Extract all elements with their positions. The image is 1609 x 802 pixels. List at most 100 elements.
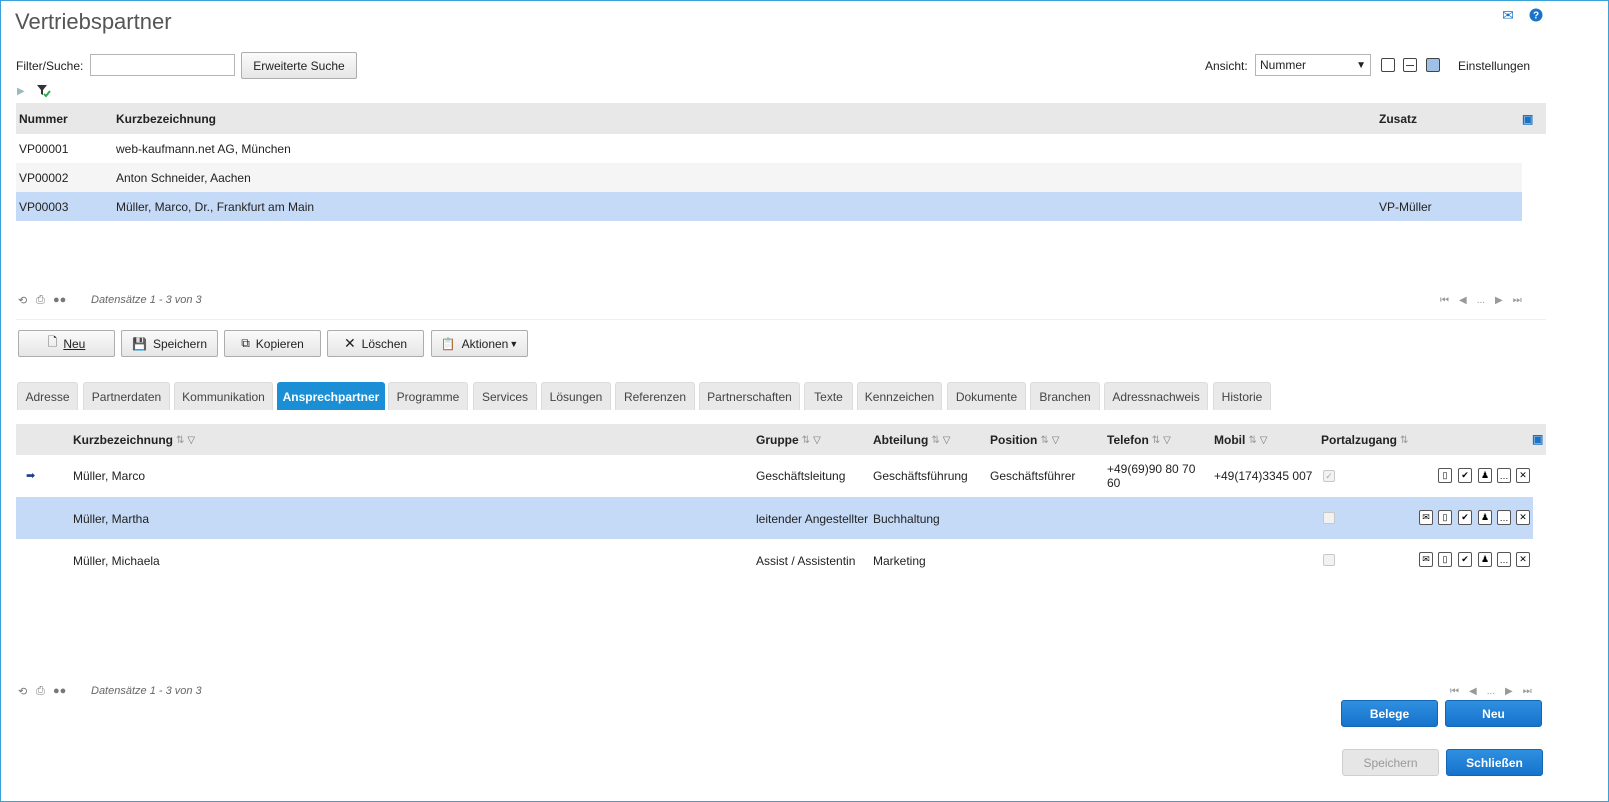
help-icon[interactable]: ? xyxy=(1528,8,1544,22)
toggle-icon[interactable]: ●● xyxy=(53,294,66,306)
expand-triangle-icon[interactable]: ▶ xyxy=(17,86,25,97)
view-compact-button[interactable] xyxy=(1381,58,1395,72)
filter-icon[interactable]: ▽ xyxy=(943,435,951,446)
tab-partnerschaften[interactable]: Partnerschaften xyxy=(699,382,800,410)
tab-adressnachweis[interactable]: Adressnachweis xyxy=(1104,382,1208,410)
col-portal[interactable]: Portalzugang ⇅ xyxy=(1321,433,1408,447)
prev-page-icon[interactable]: ◀ xyxy=(1459,295,1467,306)
col-phone[interactable]: Telefon ⇅ ▽ xyxy=(1107,433,1171,447)
vcard-icon[interactable]: ▯ xyxy=(1438,552,1452,567)
filter-icon[interactable]: ▽ xyxy=(813,435,821,446)
column-chooser-icon[interactable]: ▣ xyxy=(1522,112,1533,126)
new-button[interactable]: 🗋 Neu xyxy=(18,330,115,357)
person-icon[interactable]: ♟ xyxy=(1478,552,1492,567)
table-row[interactable]: Müller, Michaela Assist / Assistentin Ma… xyxy=(16,539,1546,581)
sort-icon[interactable]: ⇅ xyxy=(1040,435,1048,446)
pager-dots[interactable]: ... xyxy=(1487,686,1495,697)
pager-dots[interactable]: ... xyxy=(1477,295,1485,306)
filter-icon[interactable]: ▽ xyxy=(1052,435,1060,446)
actions-button[interactable]: 📋 Aktionen ▼ xyxy=(431,330,528,357)
tab-ansprechpartner[interactable]: Ansprechpartner xyxy=(277,382,385,410)
col-extra[interactable]: Zusatz xyxy=(1379,112,1417,126)
toggle-icon[interactable]: ●● xyxy=(53,685,66,697)
tab-historie[interactable]: Historie xyxy=(1213,382,1271,410)
delete-row-icon[interactable]: ✕ xyxy=(1516,468,1530,483)
settings-link[interactable]: Einstellungen xyxy=(1458,59,1530,73)
mail-icon[interactable]: ✉ xyxy=(1419,510,1433,525)
prev-page-icon[interactable]: ◀ xyxy=(1469,686,1477,697)
col-short[interactable]: Kurzbezeichnung xyxy=(116,112,216,126)
filter-active-icon[interactable] xyxy=(36,84,52,101)
next-page-icon[interactable]: ▶ xyxy=(1505,686,1513,697)
filter-icon[interactable]: ▽ xyxy=(1163,435,1171,446)
mail-icon[interactable]: ✉ xyxy=(1419,552,1433,567)
check-icon[interactable]: ✔ xyxy=(1458,510,1472,525)
extended-search-button[interactable]: Erweiterte Suche xyxy=(241,52,357,79)
more-icon[interactable]: … xyxy=(1497,468,1511,483)
tab-kommunikation[interactable]: Kommunikation xyxy=(174,382,273,410)
filter-icon[interactable]: ▽ xyxy=(187,435,195,446)
table-row-selected[interactable]: VP00003 Müller, Marco, Dr., Frankfurt am… xyxy=(16,192,1522,221)
more-icon[interactable]: … xyxy=(1497,510,1511,525)
sort-icon[interactable]: ⇅ xyxy=(1248,435,1256,446)
vcard-icon[interactable]: ▯ xyxy=(1438,468,1452,483)
save-button[interactable]: 💾 Speichern xyxy=(121,330,218,357)
column-chooser-icon[interactable]: ▣ xyxy=(1532,432,1543,446)
view-split-button[interactable] xyxy=(1403,58,1417,72)
sort-icon[interactable]: ⇅ xyxy=(931,435,939,446)
delete-button[interactable]: ✕ Löschen xyxy=(327,330,424,357)
portal-checkbox-checked[interactable]: ✓ xyxy=(1323,470,1335,482)
last-page-icon[interactable]: ⏭ xyxy=(1513,295,1522,306)
next-page-icon[interactable]: ▶ xyxy=(1495,295,1503,306)
print-icon[interactable]: ⎙ xyxy=(36,685,45,698)
last-page-icon[interactable]: ⏭ xyxy=(1523,686,1532,697)
col-short[interactable]: Kurzbezeichnung ⇅ ▽ xyxy=(73,433,195,447)
tab-programme[interactable]: Programme xyxy=(388,382,468,410)
save-button-disabled[interactable]: Speichern xyxy=(1342,749,1439,776)
col-dept[interactable]: Abteilung ⇅ ▽ xyxy=(873,433,950,447)
delete-row-icon[interactable]: ✕ xyxy=(1516,510,1530,525)
sort-icon[interactable]: ⇅ xyxy=(1152,435,1160,446)
table-row-selected[interactable]: Müller, Martha leitender Angestellter Bu… xyxy=(16,497,1533,539)
person-icon[interactable]: ♟ xyxy=(1478,468,1492,483)
col-mobile[interactable]: Mobil ⇅ ▽ xyxy=(1214,433,1267,447)
sort-icon[interactable]: ⇅ xyxy=(802,435,810,446)
portal-checkbox[interactable] xyxy=(1323,554,1335,566)
filter-icon[interactable]: ▽ xyxy=(1260,435,1268,446)
col-number[interactable]: Nummer xyxy=(19,112,68,126)
print-icon[interactable]: ⎙ xyxy=(36,294,45,307)
belege-button[interactable]: Belege xyxy=(1341,700,1438,727)
copy-button[interactable]: ⧉ Kopieren xyxy=(224,330,321,357)
view-select[interactable]: Nummer ▼ xyxy=(1255,54,1371,76)
close-button[interactable]: Schließen xyxy=(1446,749,1543,776)
tab-texte[interactable]: Texte xyxy=(804,382,853,410)
tab-loesungen[interactable]: Lösungen xyxy=(541,382,611,410)
portal-checkbox[interactable] xyxy=(1323,512,1335,524)
first-page-icon[interactable]: ⏮ xyxy=(1440,295,1449,306)
col-group[interactable]: Gruppe ⇅ ▽ xyxy=(756,433,821,447)
mail-icon[interactable]: ✉ xyxy=(1500,8,1516,22)
table-row[interactable]: ➡ Müller, Marco Geschäftsleitung Geschäf… xyxy=(16,455,1546,497)
table-row[interactable]: VP00001 web-kaufmann.net AG, München xyxy=(16,134,1522,163)
tab-partnerdaten[interactable]: Partnerdaten xyxy=(83,382,170,410)
new-contact-button[interactable]: Neu xyxy=(1445,700,1542,727)
tab-kennzeichen[interactable]: Kennzeichen xyxy=(857,382,942,410)
delete-row-icon[interactable]: ✕ xyxy=(1516,552,1530,567)
first-page-icon[interactable]: ⏮ xyxy=(1450,686,1459,697)
check-icon[interactable]: ✔ xyxy=(1458,468,1472,483)
check-icon[interactable]: ✔ xyxy=(1458,552,1472,567)
tab-services[interactable]: Services xyxy=(473,382,537,410)
tab-referenzen[interactable]: Referenzen xyxy=(615,382,695,410)
tab-branchen[interactable]: Branchen xyxy=(1030,382,1100,410)
tab-dokumente[interactable]: Dokumente xyxy=(947,382,1026,410)
table-row[interactable]: VP00002 Anton Schneider, Aachen xyxy=(16,163,1522,192)
vcard-icon[interactable]: ▯ xyxy=(1438,510,1452,525)
refresh-icon[interactable]: ⟲ xyxy=(18,294,27,307)
person-icon[interactable]: ♟ xyxy=(1478,510,1492,525)
col-position[interactable]: Position ⇅ ▽ xyxy=(990,433,1059,447)
tab-adresse[interactable]: Adresse xyxy=(17,382,78,410)
sort-icon[interactable]: ⇅ xyxy=(1400,435,1408,446)
view-full-button[interactable] xyxy=(1426,58,1440,72)
sort-icon[interactable]: ⇅ xyxy=(176,435,184,446)
refresh-icon[interactable]: ⟲ xyxy=(18,685,27,698)
